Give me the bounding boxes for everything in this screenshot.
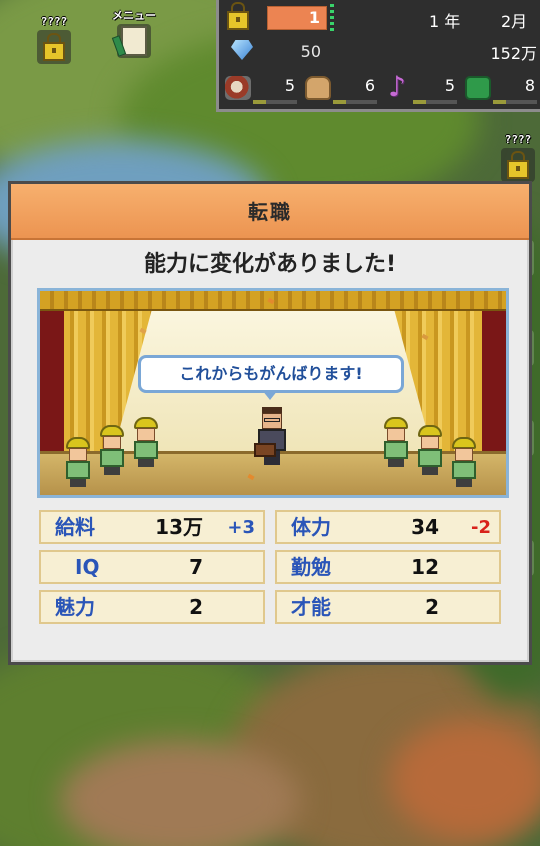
resource-food-value: 5 xyxy=(284,76,295,95)
worker-sprite xyxy=(98,425,126,475)
money-value: 152万 xyxy=(490,44,537,63)
stage-scene: これからもがんばります! xyxy=(37,288,509,498)
stat-value: 12 xyxy=(411,555,439,579)
stat-delta: +3 xyxy=(227,517,255,538)
stat-value: 34 xyxy=(411,515,439,539)
stat-salary: 給料 13万 +3 xyxy=(39,510,265,544)
worker-sprite xyxy=(450,437,478,487)
job-change-dialog[interactable]: 転職 能力に変化がありました! これからもがんばります! 給料 13万 +3 体… xyxy=(8,181,532,665)
rank-value: 1 xyxy=(267,6,327,30)
rank-progress xyxy=(330,4,334,32)
dialog-message: 能力に変化がありました! xyxy=(143,252,397,277)
side-locked-button[interactable]: ???? xyxy=(496,134,540,182)
status-panel: 1 1 年 2月 50 152万 5 6 5 8 xyxy=(216,0,540,112)
stat-talent: 才能 2 xyxy=(275,590,501,624)
book-icon xyxy=(465,76,491,100)
stat-label: 魅力 xyxy=(55,595,95,619)
resource-book-bar xyxy=(493,100,507,104)
locked-feature-label: ???? xyxy=(40,15,68,28)
stat-value: 2 xyxy=(425,595,439,619)
resource-book: 8 xyxy=(463,72,539,106)
stat-value: 2 xyxy=(189,595,203,619)
side-locked-label: ???? xyxy=(504,133,532,146)
dialog-title: 転職 xyxy=(248,200,292,224)
music-note-icon xyxy=(385,70,411,103)
stat-stamina: 体力 34 -2 xyxy=(275,510,501,544)
resource-bag-bar xyxy=(333,100,347,104)
month-label: 2月 xyxy=(501,12,528,31)
worker-sprite xyxy=(382,417,410,467)
resource-food-bar xyxy=(253,100,267,104)
menu-label: メニュー xyxy=(112,9,156,22)
food-icon xyxy=(225,76,251,100)
lock-icon xyxy=(43,32,65,61)
locked-feature-button[interactable]: ???? xyxy=(32,16,76,64)
bag-icon xyxy=(305,76,331,100)
rank-lock-icon xyxy=(227,2,249,30)
resource-row: 5 6 5 8 xyxy=(223,70,539,106)
stat-value: 13万 xyxy=(155,515,203,539)
employee-sprite xyxy=(254,407,290,467)
worker-sprite xyxy=(132,417,160,467)
stat-label: 才能 xyxy=(291,595,331,619)
stat-label: 体力 xyxy=(291,515,331,539)
stat-charm: 魅力 2 xyxy=(39,590,265,624)
stat-label: 給料 xyxy=(55,515,95,539)
year-label: 1 年 xyxy=(429,12,461,31)
resource-music-value: 5 xyxy=(444,76,455,95)
resource-bag: 6 xyxy=(303,72,379,106)
resource-bag-value: 6 xyxy=(364,76,375,95)
resource-music-bar xyxy=(413,100,427,104)
stat-iq: IQ 7 xyxy=(39,550,265,584)
resource-book-value: 8 xyxy=(524,76,535,95)
menu-icon xyxy=(121,26,147,56)
resource-food: 5 xyxy=(223,72,299,106)
speech-bubble: これからもがんばります! xyxy=(138,355,404,393)
stat-delta: -2 xyxy=(471,517,491,538)
lock-icon xyxy=(507,150,529,179)
menu-button[interactable]: メニュー xyxy=(112,10,156,58)
stat-label: 勤勉 xyxy=(291,555,331,579)
worker-sprite xyxy=(416,425,444,475)
gem-icon xyxy=(231,40,253,60)
gem-count: 50 xyxy=(300,42,321,61)
worker-sprite xyxy=(64,437,92,487)
stat-value: 7 xyxy=(189,555,203,579)
resource-music: 5 xyxy=(383,70,459,106)
stat-diligence: 勤勉 12 xyxy=(275,550,501,584)
stat-label: IQ xyxy=(75,555,100,579)
dialog-header: 転職 xyxy=(11,184,529,240)
